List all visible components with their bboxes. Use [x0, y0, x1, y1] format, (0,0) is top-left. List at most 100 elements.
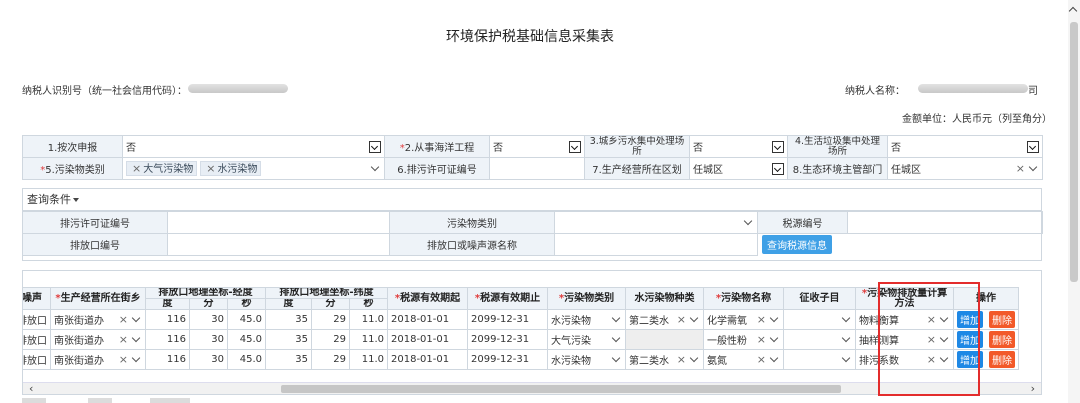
- table-row: 排放口 南张街道办× 116 30 45.0 35 29 11.0 2018-0…: [23, 309, 1019, 330]
- col-water-kind: 水污染物种类: [625, 287, 704, 310]
- valid-from-input[interactable]: 2018-01-01: [387, 329, 468, 350]
- scroll-right-icon[interactable]: ›: [1031, 383, 1035, 395]
- query-pollutant-label: 污染物类别: [389, 211, 555, 234]
- lon-min-input[interactable]: 30: [189, 309, 228, 330]
- clear-icon[interactable]: ×: [677, 353, 686, 366]
- chevron-down-icon: [611, 313, 621, 323]
- delete-button[interactable]: 删除: [989, 311, 1015, 328]
- clear-icon[interactable]: ×: [119, 333, 128, 346]
- pager-block: [22, 398, 46, 403]
- query-outlet-no-input[interactable]: [167, 233, 390, 256]
- water-kind-select[interactable]: 第二类水 ×: [625, 309, 704, 330]
- query-outlet-name-input[interactable]: [554, 233, 758, 256]
- tag-water-pollutant[interactable]: × 水污染物: [200, 161, 262, 176]
- lon-sec-input[interactable]: 45.0: [227, 309, 266, 330]
- lon-min-input[interactable]: 30: [189, 349, 228, 370]
- lon-sec-input[interactable]: 45.0: [227, 349, 266, 370]
- col-lat-min: 分: [311, 298, 350, 310]
- item-select[interactable]: [783, 309, 856, 330]
- col-valid-from: *税源有效期起: [387, 287, 468, 310]
- taxpayer-id-value: [188, 84, 288, 93]
- delete-button[interactable]: 删除: [989, 331, 1015, 348]
- sewage-plant-label: 3.城乡污水集中处理场所: [584, 135, 690, 158]
- lon-deg-input[interactable]: 116: [145, 349, 190, 370]
- sewage-plant-select[interactable]: 否: [689, 135, 788, 158]
- lat-deg-input[interactable]: 35: [265, 349, 312, 370]
- dropdown-icon: [369, 140, 381, 153]
- chevron-down-icon: [689, 313, 699, 323]
- ondemand-select[interactable]: 否: [122, 135, 385, 158]
- horizontal-scroll-thumb[interactable]: [281, 385, 841, 393]
- street-select[interactable]: 南张街道办 ×: [50, 349, 146, 370]
- pollutant-category-select[interactable]: × 大气污染物 × 水污染物: [122, 157, 385, 180]
- taxpayer-name-label: 纳税人名称：: [845, 86, 905, 97]
- table-row: 排放口 南张街道办× 116 30 45.0 35 29 11.0 2018-0…: [23, 329, 1019, 350]
- query-tax-source-input[interactable]: [847, 211, 1043, 234]
- query-table: 排污许可证编号 污染物类别 税源编号 排放口编号 排放口或噪声源名称 查询税源信…: [22, 211, 1043, 256]
- valid-to-input[interactable]: 2099-12-31: [467, 329, 548, 350]
- lat-min-input[interactable]: 29: [311, 329, 350, 350]
- chevron-down-icon: [689, 353, 699, 363]
- lat-min-input[interactable]: 29: [311, 349, 350, 370]
- lon-deg-input[interactable]: 116: [145, 329, 190, 350]
- query-pollutant-select[interactable]: [554, 211, 758, 234]
- permit-number-input[interactable]: [489, 157, 585, 180]
- district-label: 7.生产经营所在区划: [584, 157, 690, 180]
- clear-icon[interactable]: ×: [757, 313, 766, 326]
- chevron-down-icon: [841, 333, 851, 343]
- lat-deg-input[interactable]: 35: [265, 329, 312, 350]
- query-tax-source-button[interactable]: 查询税源信息: [762, 235, 832, 255]
- scroll-left-icon[interactable]: ‹: [29, 383, 33, 395]
- clear-icon[interactable]: ×: [119, 313, 128, 326]
- chevron-down-icon: [611, 353, 621, 363]
- street-select[interactable]: 南张街道办 ×: [50, 309, 146, 330]
- lat-sec-input[interactable]: 11.0: [349, 309, 388, 330]
- env-authority-select[interactable]: 任城区 ×: [887, 157, 1043, 180]
- pollutant-name-select[interactable]: 化学需氧 ×: [703, 309, 784, 330]
- remove-icon[interactable]: ×: [206, 162, 215, 175]
- marine-engineering-select[interactable]: 否: [489, 135, 585, 158]
- delete-button[interactable]: 删除: [989, 351, 1015, 368]
- col-lon-deg: 度: [145, 298, 190, 310]
- remove-icon[interactable]: ×: [132, 162, 141, 175]
- valid-to-input[interactable]: 2099-12-31: [467, 309, 548, 330]
- pollutant-type-select[interactable]: 水污染物: [547, 309, 626, 330]
- pollutant-type-select[interactable]: 大气污染: [547, 329, 626, 350]
- query-header[interactable]: 查询条件: [23, 189, 1041, 211]
- valid-from-input[interactable]: 2018-01-01: [387, 349, 468, 370]
- query-permit-input[interactable]: [167, 211, 390, 234]
- water-kind-select[interactable]: 第二类水 ×: [625, 349, 704, 370]
- env-authority-label: 8.生态环境主管部门: [787, 157, 888, 180]
- item-select[interactable]: [783, 329, 856, 350]
- valid-from-input[interactable]: 2018-01-01: [387, 309, 468, 330]
- district-select[interactable]: 任城区: [689, 157, 788, 180]
- clear-icon[interactable]: ×: [757, 333, 766, 346]
- water-kind-select[interactable]: [625, 329, 704, 350]
- lon-sec-input[interactable]: 45.0: [227, 329, 266, 350]
- scroll-up-icon[interactable]: [1068, 6, 1078, 16]
- chevron-down-icon: [131, 313, 141, 323]
- tag-air-pollutant[interactable]: × 大气污染物: [126, 161, 198, 176]
- pollutant-name-select[interactable]: 一般性粉 ×: [703, 329, 784, 350]
- lon-min-input[interactable]: 30: [189, 329, 228, 350]
- lat-min-input[interactable]: 29: [311, 309, 350, 330]
- lon-deg-input[interactable]: 116: [145, 309, 190, 330]
- pollutant-type-select[interactable]: 水污染物: [547, 349, 626, 370]
- query-permit-label: 排污许可证编号: [22, 211, 168, 234]
- lat-deg-input[interactable]: 35: [265, 309, 312, 330]
- col-item: 征收子目: [783, 287, 856, 310]
- vertical-scrollbar[interactable]: [1068, 0, 1080, 403]
- clear-icon[interactable]: ×: [757, 353, 766, 366]
- street-select[interactable]: 南张街道办 ×: [50, 329, 146, 350]
- clear-icon[interactable]: ×: [1016, 162, 1025, 175]
- clear-icon[interactable]: ×: [119, 353, 128, 366]
- waste-plant-select[interactable]: 否: [887, 135, 1043, 158]
- clear-icon[interactable]: ×: [677, 313, 686, 326]
- item-select[interactable]: [783, 349, 856, 370]
- lat-sec-input[interactable]: 11.0: [349, 329, 388, 350]
- col-lat-deg: 度: [265, 298, 312, 310]
- valid-to-input[interactable]: 2099-12-31: [467, 349, 548, 370]
- pollutant-name-select[interactable]: 氨氮 ×: [703, 349, 784, 370]
- vertical-scroll-thumb[interactable]: [1070, 22, 1078, 282]
- lat-sec-input[interactable]: 11.0: [349, 349, 388, 370]
